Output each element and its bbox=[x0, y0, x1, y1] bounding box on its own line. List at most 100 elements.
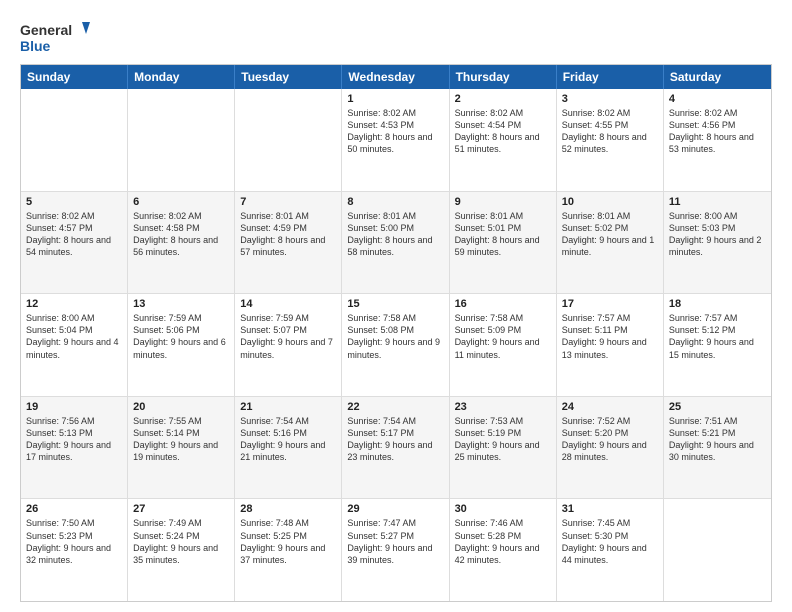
weekday-header: Friday bbox=[557, 65, 664, 89]
cell-content: Sunrise: 7:59 AM Sunset: 5:06 PM Dayligh… bbox=[133, 312, 229, 361]
day-number: 31 bbox=[562, 503, 658, 515]
cell-content: Sunrise: 8:01 AM Sunset: 5:02 PM Dayligh… bbox=[562, 210, 658, 259]
calendar-cell: 10Sunrise: 8:01 AM Sunset: 5:02 PM Dayli… bbox=[557, 192, 664, 294]
day-number: 18 bbox=[669, 298, 766, 310]
calendar-row: 1Sunrise: 8:02 AM Sunset: 4:53 PM Daylig… bbox=[21, 89, 771, 192]
day-number: 21 bbox=[240, 401, 336, 413]
calendar-cell: 31 Sunrise: 7:45 AM Sunset: 5:30 PM Dayli… bbox=[557, 499, 664, 601]
day-number: 16 bbox=[455, 298, 551, 310]
day-number: 30 bbox=[455, 503, 551, 515]
day-number: 3 bbox=[562, 93, 658, 105]
calendar-cell: 3 Sunrise: 8:02 AM Sunset: 4:55 PM Daylig… bbox=[557, 89, 664, 191]
cell-content: Sunrise: 8:02 AM Sunset: 4:54 PM Dayligh… bbox=[455, 107, 551, 156]
calendar-cell: 30 Sunrise: 7:46 AM Sunset: 5:28 PM Dayli… bbox=[450, 499, 557, 601]
cell-content: Sunrise: 7:46 AM Sunset: 5:28 PM Dayligh… bbox=[455, 517, 551, 566]
cell-content: Sunrise: 8:01 AM Sunset: 4:59 PM Dayligh… bbox=[240, 210, 336, 259]
calendar-cell: 29 Sunrise: 7:47 AM Sunset: 5:27 PM Dayli… bbox=[342, 499, 449, 601]
day-number: 6 bbox=[133, 196, 229, 208]
cell-content: Sunrise: 7:48 AM Sunset: 5:25 PM Dayligh… bbox=[240, 517, 336, 566]
day-number: 8 bbox=[347, 196, 443, 208]
calendar-cell: 5Sunrise: 8:02 AM Sunset: 4:57 PM Daylig… bbox=[21, 192, 128, 294]
cell-content: Sunrise: 7:57 AM Sunset: 5:12 PM Dayligh… bbox=[669, 312, 766, 361]
cell-content: Sunrise: 8:02 AM Sunset: 4:58 PM Dayligh… bbox=[133, 210, 229, 259]
weekday-header: Saturday bbox=[664, 65, 771, 89]
calendar-cell: 28Sunrise: 7:48 AM Sunset: 5:25 PM Dayli… bbox=[235, 499, 342, 601]
cell-content: Sunrise: 8:02 AM Sunset: 4:53 PM Dayligh… bbox=[347, 107, 443, 156]
day-number: 22 bbox=[347, 401, 443, 413]
calendar-header: SundayMondayTuesdayWednesdayThursdayFrid… bbox=[21, 65, 771, 89]
cell-content: Sunrise: 7:56 AM Sunset: 5:13 PM Dayligh… bbox=[26, 415, 122, 464]
calendar-cell: 6 Sunrise: 8:02 AM Sunset: 4:58 PM Daylig… bbox=[128, 192, 235, 294]
weekday-header: Monday bbox=[128, 65, 235, 89]
calendar-cell bbox=[664, 499, 771, 601]
calendar-cell: 17 Sunrise: 7:57 AM Sunset: 5:11 PM Dayli… bbox=[557, 294, 664, 396]
calendar-cell: 12Sunrise: 8:00 AM Sunset: 5:04 PM Dayli… bbox=[21, 294, 128, 396]
svg-text:General: General bbox=[20, 22, 72, 38]
calendar-cell: 21 Sunrise: 7:54 AM Sunset: 5:16 PM Dayli… bbox=[235, 397, 342, 499]
day-number: 23 bbox=[455, 401, 551, 413]
cell-content: Sunrise: 8:02 AM Sunset: 4:55 PM Dayligh… bbox=[562, 107, 658, 156]
cell-content: Sunrise: 7:57 AM Sunset: 5:11 PM Dayligh… bbox=[562, 312, 658, 361]
day-number: 29 bbox=[347, 503, 443, 515]
calendar-row: 5Sunrise: 8:02 AM Sunset: 4:57 PM Daylig… bbox=[21, 192, 771, 295]
calendar-cell: 26 Sunrise: 7:50 AM Sunset: 5:23 PM Dayli… bbox=[21, 499, 128, 601]
day-number: 17 bbox=[562, 298, 658, 310]
weekday-header: Wednesday bbox=[342, 65, 449, 89]
cell-content: Sunrise: 8:01 AM Sunset: 5:00 PM Dayligh… bbox=[347, 210, 443, 259]
weekday-header: Sunday bbox=[21, 65, 128, 89]
day-number: 11 bbox=[669, 196, 766, 208]
calendar-cell: 25Sunrise: 7:51 AM Sunset: 5:21 PM Dayli… bbox=[664, 397, 771, 499]
calendar-cell: 22 Sunrise: 7:54 AM Sunset: 5:17 PM Dayli… bbox=[342, 397, 449, 499]
day-number: 12 bbox=[26, 298, 122, 310]
calendar-row: 19 Sunrise: 7:56 AM Sunset: 5:13 PM Dayli… bbox=[21, 397, 771, 500]
cell-content: Sunrise: 7:55 AM Sunset: 5:14 PM Dayligh… bbox=[133, 415, 229, 464]
day-number: 4 bbox=[669, 93, 766, 105]
day-number: 15 bbox=[347, 298, 443, 310]
calendar-cell: 23 Sunrise: 7:53 AM Sunset: 5:19 PM Dayli… bbox=[450, 397, 557, 499]
calendar-cell: 9 Sunrise: 8:01 AM Sunset: 5:01 PM Daylig… bbox=[450, 192, 557, 294]
cell-content: Sunrise: 7:59 AM Sunset: 5:07 PM Dayligh… bbox=[240, 312, 336, 361]
logo: General Blue bbox=[20, 18, 90, 58]
logo-svg: General Blue bbox=[20, 18, 90, 58]
day-number: 24 bbox=[562, 401, 658, 413]
day-number: 19 bbox=[26, 401, 122, 413]
calendar-cell: 18 Sunrise: 7:57 AM Sunset: 5:12 PM Dayli… bbox=[664, 294, 771, 396]
day-number: 7 bbox=[240, 196, 336, 208]
cell-content: Sunrise: 8:01 AM Sunset: 5:01 PM Dayligh… bbox=[455, 210, 551, 259]
calendar: SundayMondayTuesdayWednesdayThursdayFrid… bbox=[20, 64, 772, 602]
cell-content: Sunrise: 7:58 AM Sunset: 5:09 PM Dayligh… bbox=[455, 312, 551, 361]
calendar-row: 12Sunrise: 8:00 AM Sunset: 5:04 PM Dayli… bbox=[21, 294, 771, 397]
calendar-cell: 15Sunrise: 7:58 AM Sunset: 5:08 PM Dayli… bbox=[342, 294, 449, 396]
calendar-cell: 19 Sunrise: 7:56 AM Sunset: 5:13 PM Dayli… bbox=[21, 397, 128, 499]
calendar-cell: 24Sunrise: 7:52 AM Sunset: 5:20 PM Dayli… bbox=[557, 397, 664, 499]
day-number: 2 bbox=[455, 93, 551, 105]
calendar-cell: 16 Sunrise: 7:58 AM Sunset: 5:09 PM Dayli… bbox=[450, 294, 557, 396]
cell-content: Sunrise: 7:49 AM Sunset: 5:24 PM Dayligh… bbox=[133, 517, 229, 566]
calendar-cell: 14 Sunrise: 7:59 AM Sunset: 5:07 PM Dayli… bbox=[235, 294, 342, 396]
calendar-cell: 4Sunrise: 8:02 AM Sunset: 4:56 PM Daylig… bbox=[664, 89, 771, 191]
day-number: 14 bbox=[240, 298, 336, 310]
weekday-header: Tuesday bbox=[235, 65, 342, 89]
cell-content: Sunrise: 7:50 AM Sunset: 5:23 PM Dayligh… bbox=[26, 517, 122, 566]
svg-text:Blue: Blue bbox=[20, 38, 51, 54]
day-number: 9 bbox=[455, 196, 551, 208]
cell-content: Sunrise: 7:45 AM Sunset: 5:30 PM Dayligh… bbox=[562, 517, 658, 566]
calendar-row: 26 Sunrise: 7:50 AM Sunset: 5:23 PM Dayli… bbox=[21, 499, 771, 601]
calendar-cell: 27 Sunrise: 7:49 AM Sunset: 5:24 PM Dayli… bbox=[128, 499, 235, 601]
cell-content: Sunrise: 8:02 AM Sunset: 4:57 PM Dayligh… bbox=[26, 210, 122, 259]
cell-content: Sunrise: 8:00 AM Sunset: 5:03 PM Dayligh… bbox=[669, 210, 766, 259]
calendar-cell: 8 Sunrise: 8:01 AM Sunset: 5:00 PM Daylig… bbox=[342, 192, 449, 294]
weekday-header: Thursday bbox=[450, 65, 557, 89]
cell-content: Sunrise: 7:54 AM Sunset: 5:16 PM Dayligh… bbox=[240, 415, 336, 464]
calendar-cell bbox=[128, 89, 235, 191]
day-number: 20 bbox=[133, 401, 229, 413]
day-number: 26 bbox=[26, 503, 122, 515]
calendar-cell: 20 Sunrise: 7:55 AM Sunset: 5:14 PM Dayli… bbox=[128, 397, 235, 499]
calendar-cell: 7 Sunrise: 8:01 AM Sunset: 4:59 PM Daylig… bbox=[235, 192, 342, 294]
cell-content: Sunrise: 7:53 AM Sunset: 5:19 PM Dayligh… bbox=[455, 415, 551, 464]
calendar-cell: 11 Sunrise: 8:00 AM Sunset: 5:03 PM Dayli… bbox=[664, 192, 771, 294]
calendar-cell: 1Sunrise: 8:02 AM Sunset: 4:53 PM Daylig… bbox=[342, 89, 449, 191]
day-number: 27 bbox=[133, 503, 229, 515]
cell-content: Sunrise: 7:54 AM Sunset: 5:17 PM Dayligh… bbox=[347, 415, 443, 464]
cell-content: Sunrise: 7:47 AM Sunset: 5:27 PM Dayligh… bbox=[347, 517, 443, 566]
